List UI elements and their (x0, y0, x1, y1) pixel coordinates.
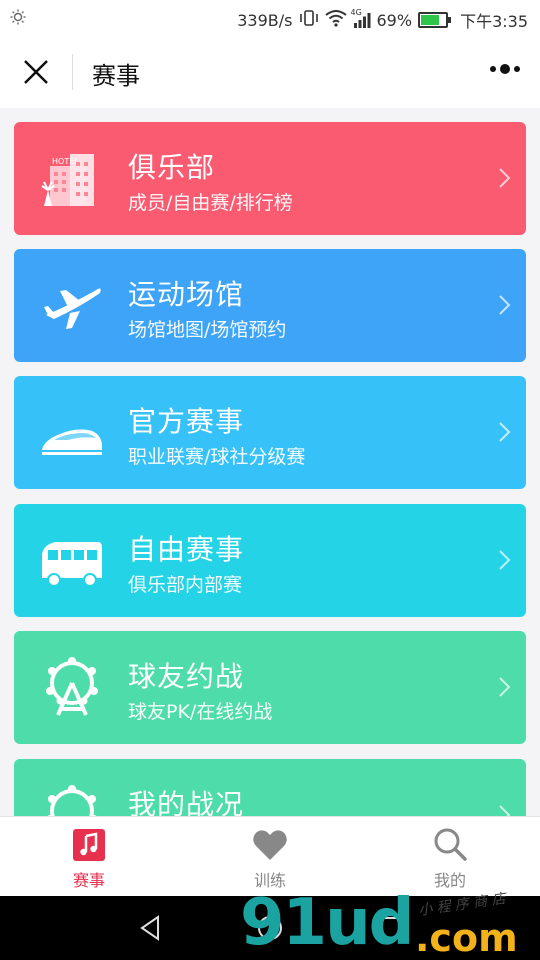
close-icon (24, 60, 48, 84)
card-official[interactable]: 官方赛事 职业联赛/球社分级赛 (14, 376, 526, 489)
card-title: 自由赛事 (128, 533, 245, 566)
card-subtitle: 俱乐部内部赛 (128, 574, 243, 596)
clock: 下午3:35 (460, 12, 528, 31)
ferris-wheel-icon (40, 783, 104, 816)
hotel-icon: HOTEL (40, 146, 104, 210)
chevron-right-icon (499, 422, 511, 442)
status-bar: 339B/s 4G 69% 下午3:35 (0, 0, 540, 36)
nav-divider (72, 54, 73, 90)
tab-label: 训练 (253, 871, 286, 890)
card-title: 我的战况 (128, 788, 245, 816)
more-dot-icon (500, 64, 510, 74)
page-title: 赛事 (92, 62, 140, 90)
card-title: 球友约战 (128, 660, 245, 693)
card-club[interactable]: HOTEL 俱乐部 成员/自由赛/排行榜 (14, 122, 526, 235)
card-challenge[interactable]: 球友约战 球友PK/在线约战 (14, 631, 526, 744)
wifi-icon (324, 9, 347, 31)
card-subtitle: 球友PK/在线约战 (128, 701, 273, 723)
chevron-right-icon (499, 677, 511, 697)
card-subtitle: 场馆地图/场馆预约 (128, 319, 287, 341)
airplane-icon (40, 273, 104, 337)
vibrate-icon (299, 9, 319, 31)
main-content[interactable]: HOTEL 俱乐部 成员/自由赛/排行榜 运动场馆 场馆地图/场馆预约 官方赛事… (0, 108, 540, 816)
ferris-wheel-icon (40, 655, 104, 719)
brightness-icon (10, 9, 26, 29)
card-my-record[interactable]: 我的战况 (14, 759, 526, 816)
battery-percent: 69% (376, 10, 413, 30)
network-type: 4G (350, 8, 362, 17)
chevron-right-icon (499, 168, 511, 188)
battery-icon (418, 12, 452, 28)
tab-events[interactable]: 赛事 (44, 825, 134, 890)
signal-icon: 4G (351, 8, 371, 28)
heart-icon (250, 825, 290, 865)
system-nav-bar (0, 896, 540, 960)
bus-icon (40, 528, 104, 592)
more-dot-icon (490, 66, 496, 72)
music-note-icon (69, 825, 109, 865)
nav-bar: 赛事 (0, 36, 540, 108)
search-icon (430, 825, 470, 865)
tab-me[interactable]: 我的 (405, 825, 495, 890)
chevron-right-icon (499, 805, 511, 816)
home-icon[interactable] (256, 914, 284, 942)
card-free-match[interactable]: 自由赛事 俱乐部内部赛 (14, 504, 526, 617)
network-speed: 339B/s (237, 10, 293, 30)
chevron-right-icon (499, 295, 511, 315)
card-venue[interactable]: 运动场馆 场馆地图/场馆预约 (14, 249, 526, 362)
close-button[interactable] (18, 54, 54, 90)
tab-training[interactable]: 训练 (225, 825, 315, 890)
tab-label: 我的 (433, 871, 466, 890)
back-icon[interactable] (136, 914, 164, 942)
card-title: 官方赛事 (128, 405, 245, 438)
recents-icon[interactable] (376, 914, 404, 942)
chevron-right-icon (499, 550, 511, 570)
more-button[interactable] (490, 64, 520, 74)
tab-label: 赛事 (72, 871, 105, 890)
more-dot-icon (514, 66, 520, 72)
card-subtitle: 成员/自由赛/排行榜 (128, 192, 293, 214)
card-title: 俱乐部 (128, 151, 216, 184)
tab-bar: 赛事 训练 我的 (0, 816, 540, 896)
card-title: 运动场馆 (128, 278, 245, 311)
svg-text:HOTEL: HOTEL (52, 157, 79, 166)
bullet-train-icon (40, 400, 104, 464)
card-subtitle: 职业联赛/球社分级赛 (128, 446, 306, 468)
